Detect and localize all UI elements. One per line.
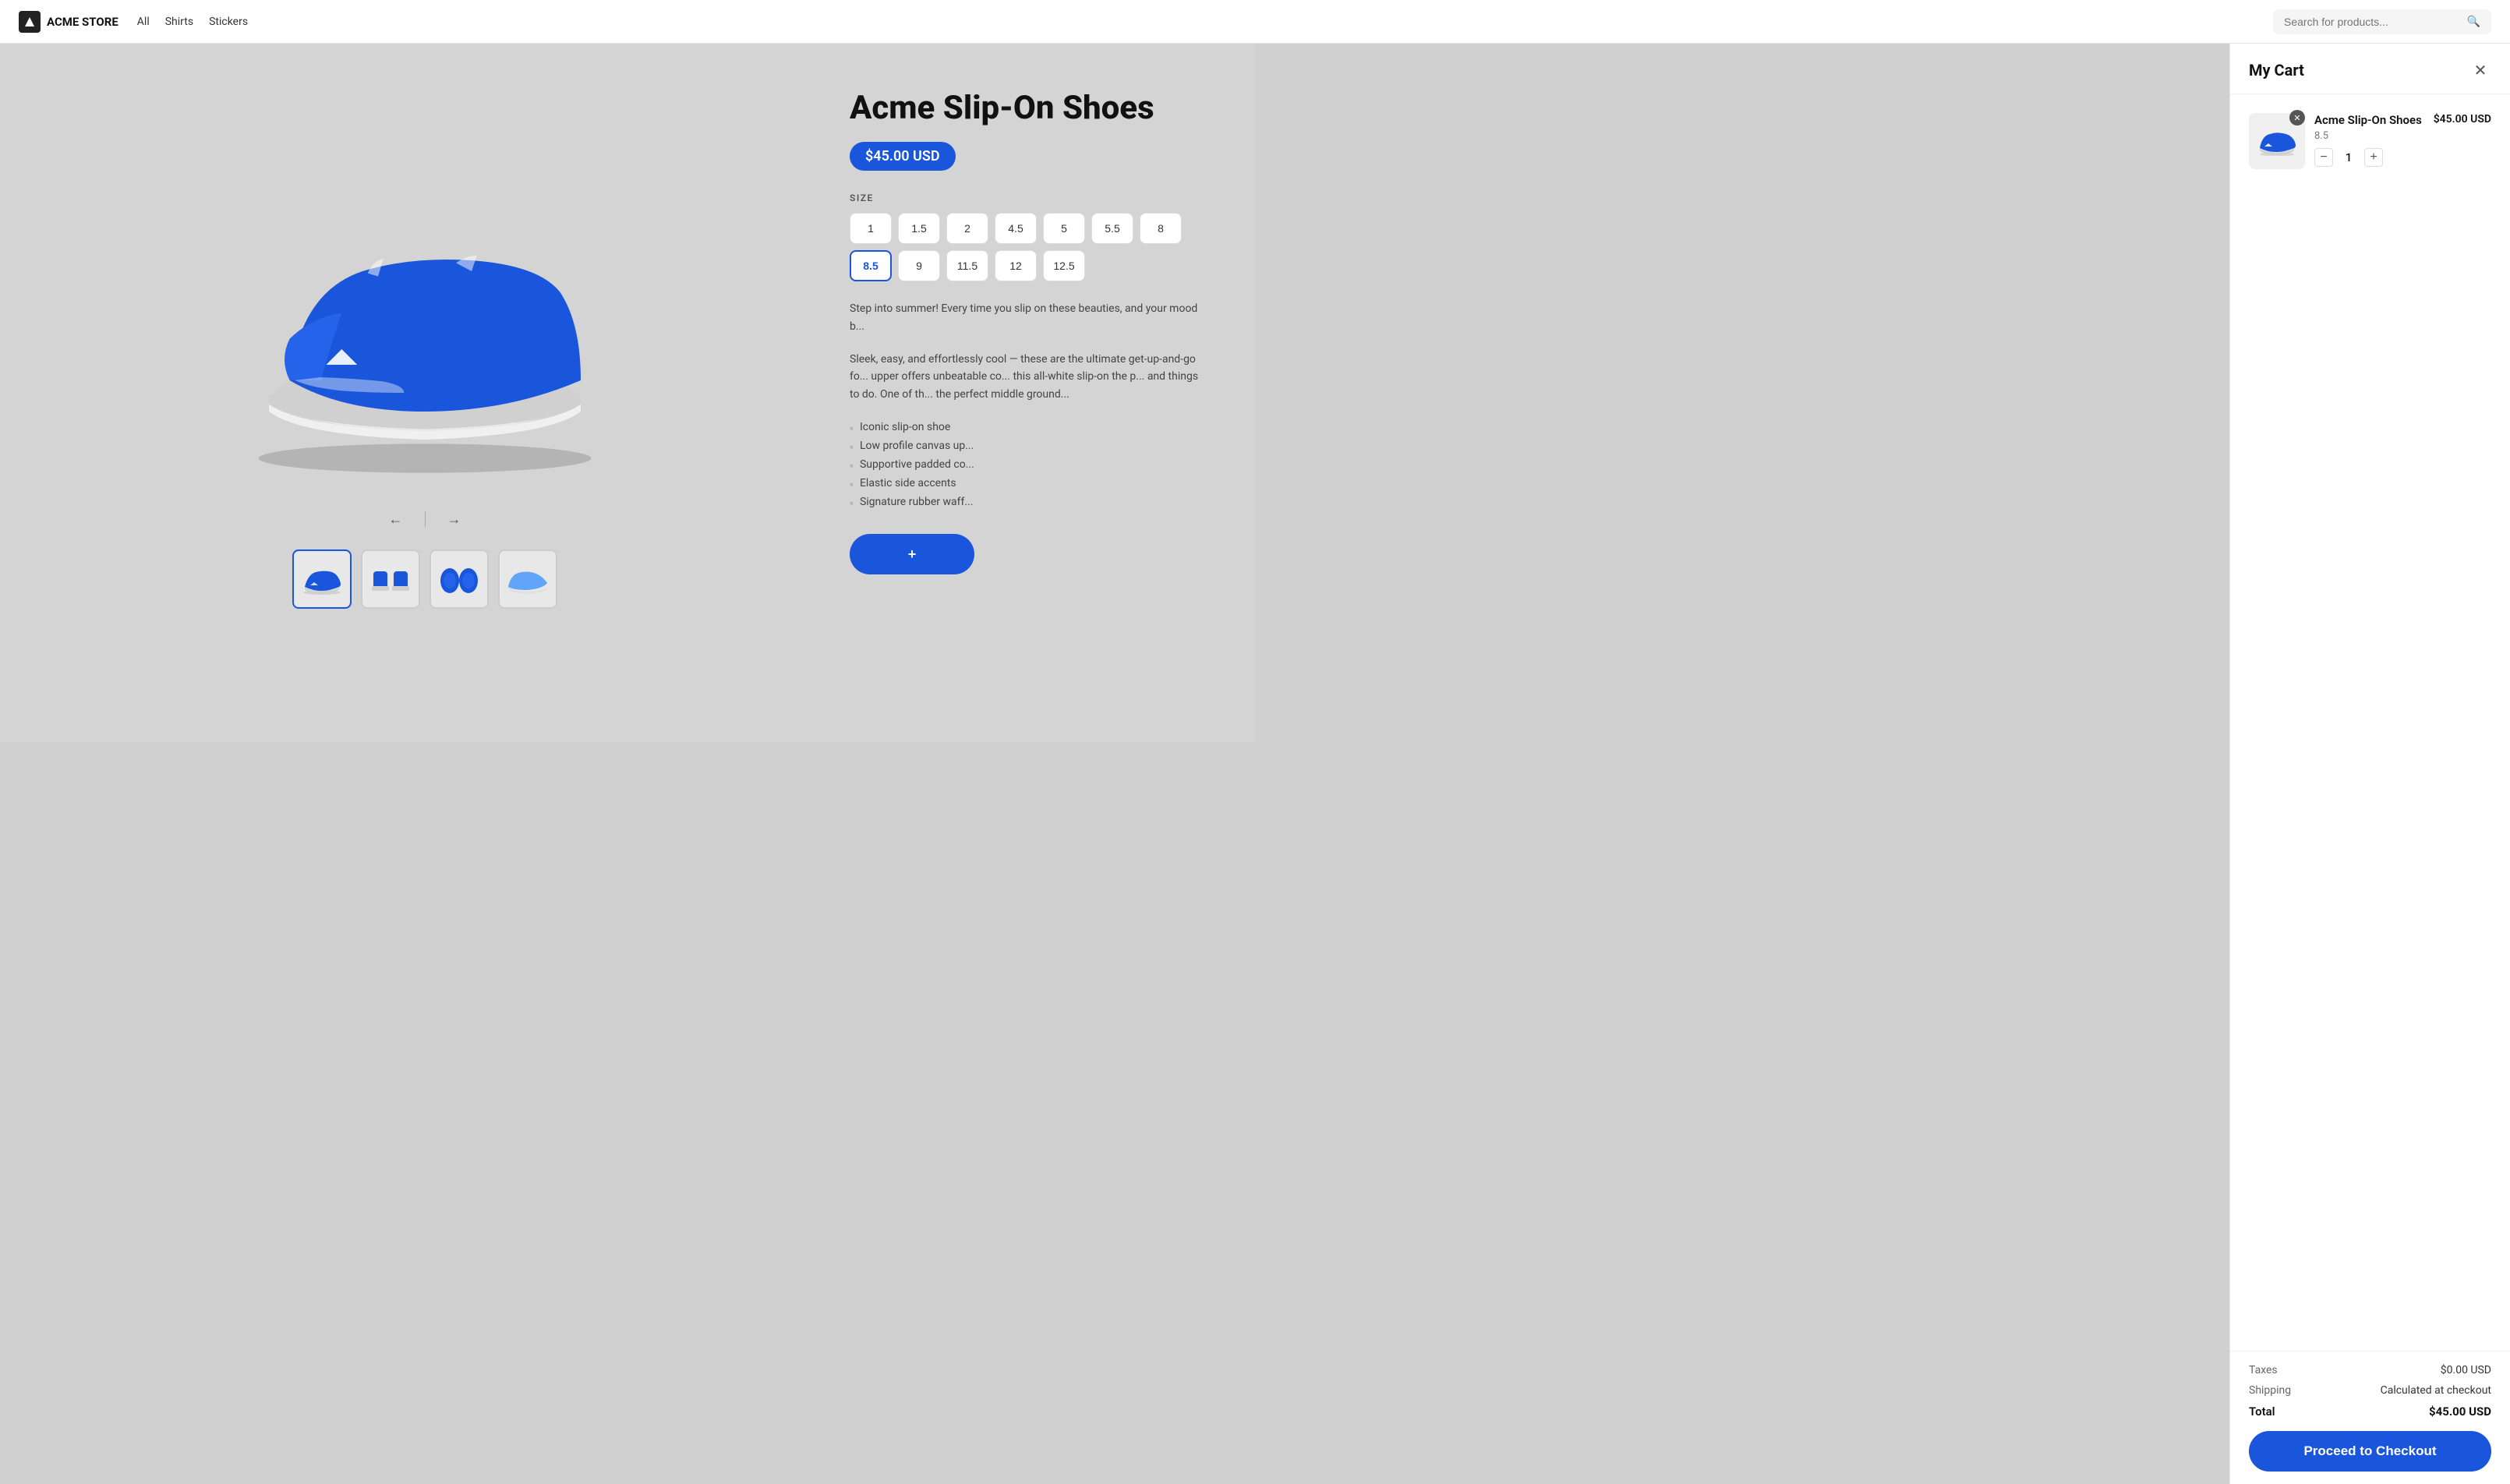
feature-2: Low profile canvas up... [850, 437, 1208, 456]
size-btn-4-5[interactable]: 4.5 [995, 213, 1037, 244]
size-btn-2[interactable]: 2 [946, 213, 988, 244]
cart-item-name: Acme Slip-On Shoes [2314, 113, 2424, 127]
cart-taxes-label: Taxes [2249, 1364, 2278, 1376]
cart-items: ✕ Acme Slip-On Shoes 8.5 − 1 + [2230, 94, 2510, 1351]
logo-svg [23, 16, 36, 28]
cart-shipping-label: Shipping [2249, 1384, 2291, 1397]
size-btn-9[interactable]: 9 [898, 250, 940, 281]
thumbnail-2[interactable] [361, 549, 420, 609]
cart-item-image: ✕ [2249, 113, 2305, 169]
size-btn-1-5[interactable]: 1.5 [898, 213, 940, 244]
cart-header: My Cart ✕ [2230, 44, 2510, 94]
thumbnail-1[interactable] [292, 549, 352, 609]
product-description-2: Sleek, easy, and effortlessly cool — the… [850, 351, 1208, 403]
cart-taxes-value: $0.00 USD [2441, 1364, 2491, 1376]
main-image-container [207, 178, 643, 489]
cart-item-price: $45.00 USD [2434, 113, 2491, 125]
search-bar: 🔍 [2273, 9, 2491, 34]
product-main-image [207, 178, 643, 489]
size-btn-8[interactable]: 8 [1140, 213, 1182, 244]
nav-links: All Shirts Stickers [137, 16, 248, 28]
image-nav-divider [425, 511, 426, 527]
details-section: Acme Slip-On Shoes $45.00 USD SIZE 1 1.5… [850, 75, 1208, 711]
cart-item-qty: − 1 + [2314, 148, 2424, 167]
thumbnail-3[interactable] [430, 549, 489, 609]
cart-item-size: 8.5 [2314, 130, 2424, 142]
nav-link-shirts[interactable]: Shirts [165, 16, 193, 28]
product-price: $45.00 USD [850, 142, 956, 171]
cart-shipping-value: Calculated at checkout [2381, 1384, 2491, 1397]
cart-shipping-row: Shipping Calculated at checkout [2249, 1384, 2491, 1397]
size-btn-8-5[interactable]: 8.5 [850, 250, 892, 281]
qty-increase-button[interactable]: + [2364, 148, 2383, 167]
cart-taxes-row: Taxes $0.00 USD [2249, 1364, 2491, 1376]
feature-3: Supportive padded co... [850, 456, 1208, 475]
main-content: ← → [0, 0, 1255, 742]
logo[interactable]: ACME STORE [19, 11, 118, 33]
cart-total-row: Total $45.00 USD [2249, 1404, 2491, 1419]
feature-4: Elastic side accents [850, 475, 1208, 493]
cart-item: ✕ Acme Slip-On Shoes 8.5 − 1 + [2249, 107, 2491, 175]
cart-footer: Taxes $0.00 USD Shipping Calculated at c… [2230, 1351, 2510, 1484]
product-title: Acme Slip-On Shoes [850, 90, 1208, 126]
feature-1: Iconic slip-on shoe [850, 419, 1208, 437]
cart-item-right: $45.00 USD [2434, 113, 2491, 169]
size-btn-12[interactable]: 12 [995, 250, 1037, 281]
cart-title: My Cart [2249, 61, 2304, 80]
cart-total-label: Total [2249, 1404, 2275, 1419]
checkout-button[interactable]: Proceed to Checkout [2249, 1431, 2491, 1472]
prev-image-button[interactable]: ← [383, 508, 409, 531]
qty-decrease-button[interactable]: − [2314, 148, 2333, 167]
product-description-1: Step into summer! Every time you slip on… [850, 300, 1208, 335]
size-btn-12-5[interactable]: 12.5 [1043, 250, 1085, 281]
size-grid: 1 1.5 2 4.5 5 5.5 8 8.5 9 11.5 12 12.5 [850, 213, 1208, 281]
cart-close-button[interactable]: ✕ [2469, 59, 2491, 81]
feature-list: Iconic slip-on shoe Low profile canvas u… [850, 419, 1208, 512]
nav-link-stickers[interactable]: Stickers [209, 16, 248, 28]
feature-5: Signature rubber waff... [850, 493, 1208, 512]
qty-value: 1 [2342, 150, 2355, 164]
size-btn-5[interactable]: 5 [1043, 213, 1085, 244]
nav-link-all[interactable]: All [137, 16, 150, 28]
thumb-image-4 [504, 564, 551, 595]
product-page: ← → [0, 44, 1255, 742]
thumb-image-1 [299, 564, 345, 595]
cart-item-shoe-image [2254, 126, 2300, 156]
size-btn-5-5[interactable]: 5.5 [1091, 213, 1133, 244]
logo-icon [19, 11, 41, 33]
cart-item-remove-button[interactable]: ✕ [2289, 110, 2305, 125]
size-btn-1[interactable]: 1 [850, 213, 892, 244]
cart-total-value: $45.00 USD [2429, 1404, 2491, 1419]
size-section: SIZE 1 1.5 2 4.5 5 5.5 8 8.5 9 11.5 12 1… [850, 193, 1208, 281]
thumb-image-3 [436, 564, 483, 595]
image-section: ← → [47, 75, 803, 711]
search-input[interactable] [2284, 16, 2461, 28]
size-label: SIZE [850, 193, 1208, 203]
thumbnail-row [292, 549, 557, 609]
add-to-cart-button[interactable]: + [850, 534, 974, 574]
next-image-button[interactable]: → [441, 508, 468, 531]
image-nav: ← → [383, 508, 468, 531]
cart-item-info: Acme Slip-On Shoes 8.5 − 1 + [2314, 113, 2424, 169]
search-icon: 🔍 [2467, 16, 2480, 28]
navbar: ACME STORE All Shirts Stickers 🔍 [0, 0, 2510, 44]
cart-panel: My Cart ✕ ✕ Acme Slip-On Shoes 8.5 [2229, 44, 2510, 1484]
thumb-image-2 [367, 564, 414, 595]
size-btn-11-5[interactable]: 11.5 [946, 250, 988, 281]
thumbnail-4[interactable] [498, 549, 557, 609]
logo-text: ACME STORE [47, 15, 118, 29]
